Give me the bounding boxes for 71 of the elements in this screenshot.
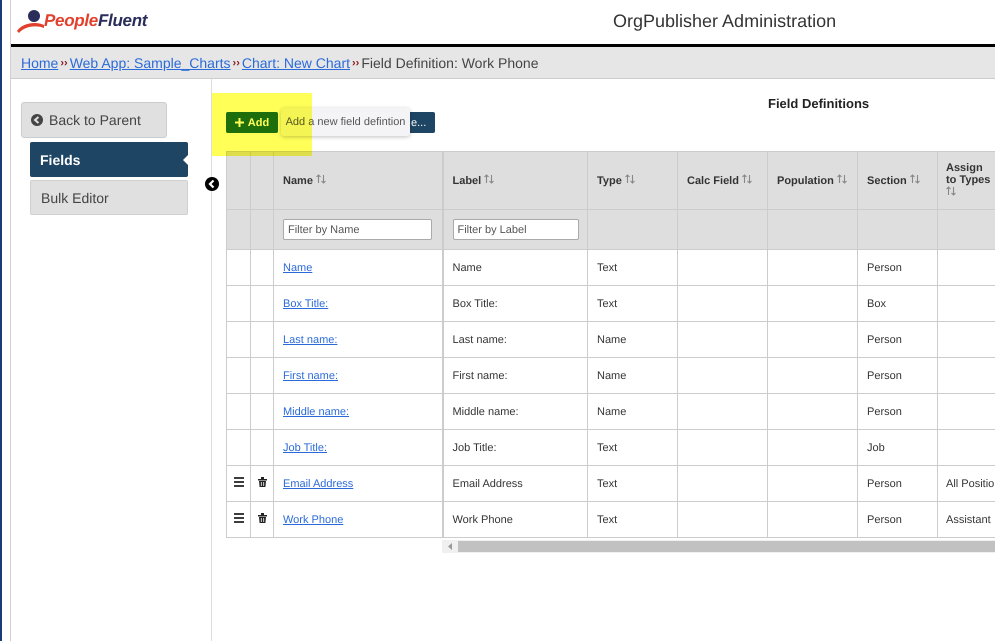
column-header[interactable]: Label — [452, 174, 494, 187]
table-cell: Box — [867, 298, 886, 310]
sort-icon[interactable] — [624, 174, 635, 184]
column-header[interactable]: Section — [867, 174, 920, 187]
sidebar-tab[interactable]: Fields — [30, 142, 188, 177]
field-name-link[interactable]: Job Title: — [283, 442, 328, 454]
breadcrumb-separator: ›› — [352, 56, 360, 68]
table-cell: Text — [597, 262, 618, 274]
filter-field[interactable]: Filter by Name — [283, 219, 432, 240]
field-name-link[interactable]: Middle name: — [283, 406, 350, 418]
breadcrumb-current: Field Definition: Work Phone — [361, 54, 539, 70]
drag-handle-icon[interactable] — [234, 513, 244, 523]
sort-icon[interactable] — [946, 186, 956, 196]
table-cell: Text — [597, 514, 618, 526]
breadcrumb-link[interactable]: Home — [21, 54, 58, 70]
table-cell: Middle name: — [452, 406, 519, 418]
filter-field[interactable]: Filter by Label — [452, 219, 578, 240]
sort-icon[interactable] — [910, 174, 920, 184]
table-cell: Email Address — [452, 478, 523, 490]
trash-icon[interactable] — [258, 513, 266, 523]
breadcrumb-link[interactable]: Chart: New Chart — [242, 54, 350, 70]
table-cell: Box Title: — [452, 298, 498, 310]
sidebar-tab[interactable]: Bulk Editor — [30, 180, 188, 215]
app-title: OrgPublisher Administration — [613, 11, 836, 32]
table-cell: All Positio — [946, 478, 994, 490]
breadcrumb-link[interactable]: Web App: Sample_Charts — [70, 54, 231, 70]
field-name-link[interactable]: Email Address — [283, 478, 354, 490]
column-header[interactable]: Name — [283, 174, 326, 187]
table-cell: Name — [597, 370, 626, 382]
table-cell: Work Phone — [452, 514, 513, 526]
sort-icon[interactable] — [316, 174, 326, 184]
table-cell: Text — [597, 478, 618, 490]
breadcrumb-separator: ›› — [232, 56, 240, 68]
column-header[interactable]: Population — [777, 174, 847, 187]
table-cell: Job Title: — [452, 442, 497, 454]
table-cell: Name — [597, 406, 626, 418]
table-cell: Text — [597, 298, 618, 310]
table-cell: Person — [867, 370, 902, 382]
horizontal-scrollbar[interactable] — [442, 540, 995, 553]
table-cell: Last name: — [452, 334, 507, 346]
column-header[interactable]: Calc Field — [687, 174, 752, 187]
table-cell: Name — [452, 262, 482, 274]
logo-text: PeopleFluent — [44, 11, 148, 31]
section-title: Field Definitions — [767, 96, 870, 112]
sort-icon[interactable] — [742, 174, 752, 184]
table-cell: Job — [867, 442, 885, 454]
table-cell: Person — [867, 478, 902, 490]
scroll-left-icon[interactable] — [446, 542, 454, 551]
table-cell: Text — [597, 442, 618, 454]
table-cell: Person — [867, 262, 902, 274]
table-cell: Person — [867, 334, 902, 346]
field-name-link[interactable]: Last name: — [283, 334, 338, 346]
field-name-link[interactable]: Box Title: — [283, 298, 328, 310]
field-name-link[interactable]: Name — [283, 262, 312, 274]
action-button[interactable]: e... — [410, 112, 435, 133]
sort-icon[interactable] — [836, 174, 847, 184]
table-cell: Person — [867, 514, 902, 526]
drag-handle-icon[interactable] — [234, 477, 244, 487]
field-name-link[interactable]: Work Phone — [283, 514, 344, 526]
trash-icon[interactable] — [258, 477, 266, 487]
table-cell: Person — [867, 406, 902, 418]
collapse-icon[interactable] — [205, 177, 219, 191]
table-cell: First name: — [452, 370, 508, 382]
table-cell: Name — [597, 334, 626, 346]
sort-icon[interactable] — [484, 174, 494, 184]
field-name-link[interactable]: First name: — [283, 370, 338, 382]
breadcrumb-separator: ›› — [60, 56, 68, 68]
back-to-parent-button[interactable]: Back to Parent — [21, 102, 167, 138]
table-cell: Assistant — [946, 514, 991, 526]
column-header[interactable]: Type — [597, 174, 635, 187]
logo-icon — [16, 9, 44, 33]
